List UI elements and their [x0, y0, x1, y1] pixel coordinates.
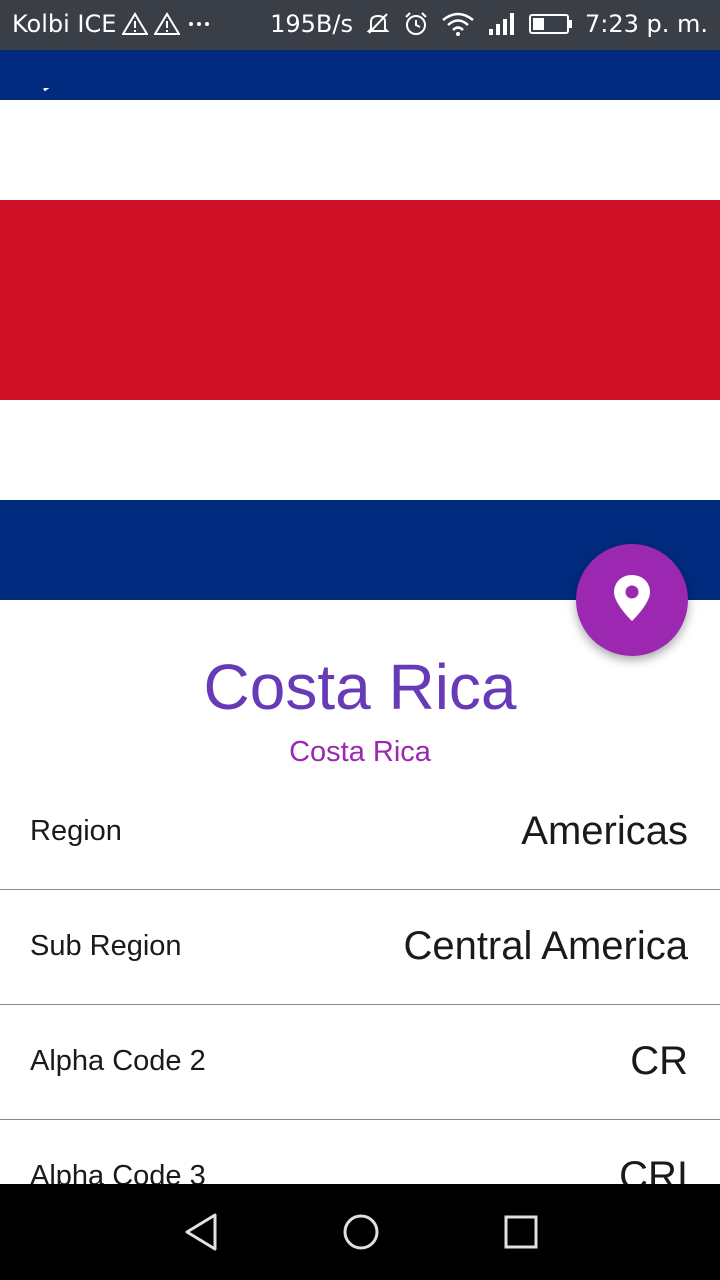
alarm-icon — [403, 11, 429, 37]
detail-label: Sub Region — [30, 930, 182, 962]
signal-icon — [487, 11, 517, 37]
location-pin-icon — [612, 573, 652, 627]
system-navigation-bar — [0, 1184, 720, 1280]
detail-label: Region — [30, 815, 122, 847]
detail-row-subregion: Sub Region Central America — [0, 889, 720, 1005]
status-bar-left: Kolbi ICE — [12, 10, 212, 38]
wifi-icon — [441, 11, 475, 37]
country-name-title: Costa Rica — [203, 651, 517, 723]
detail-value: Central America — [403, 924, 688, 968]
back-icon[interactable] — [171, 1204, 231, 1260]
status-bar-right: 195B/s 7:23 p. m. — [270, 10, 708, 38]
native-name-subtitle: Costa Rica — [289, 736, 431, 768]
home-icon[interactable] — [331, 1204, 391, 1260]
battery-icon — [528, 12, 573, 36]
detail-value: Americas — [521, 809, 688, 853]
detail-row-alpha2: Alpha Code 2 CR — [0, 1004, 720, 1120]
detail-label: Alpha Code 2 — [30, 1045, 206, 1077]
detail-row-region: Region Americas — [0, 774, 720, 890]
warning-icon — [154, 12, 181, 36]
flag-stripe-white-bottom — [0, 400, 720, 500]
warning-icon — [122, 12, 149, 36]
status-bar: Kolbi ICE 195B/s 7:23 p. m. — [0, 0, 720, 50]
map-location-button[interactable] — [576, 544, 688, 656]
flag-stripe-blue-top — [0, 50, 720, 100]
carrier-label: Kolbi ICE — [12, 10, 117, 38]
back-arrow-icon[interactable] — [30, 77, 70, 118]
network-speed: 195B/s — [270, 10, 353, 38]
country-flag — [0, 50, 720, 600]
flag-stripe-white-top — [0, 100, 720, 200]
recents-icon[interactable] — [491, 1204, 551, 1260]
more-icon — [186, 12, 212, 36]
mute-icon — [365, 11, 391, 37]
flag-stripe-red — [0, 200, 720, 400]
detail-value: CR — [630, 1039, 688, 1083]
clock: 7:23 p. m. — [584, 10, 708, 38]
